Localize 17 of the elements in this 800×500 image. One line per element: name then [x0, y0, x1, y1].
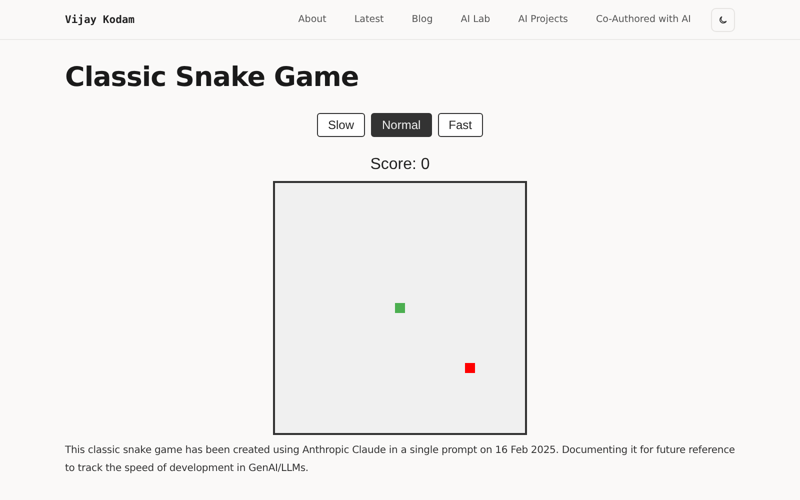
- nav-link[interactable]: Co-Authored with AI: [582, 14, 705, 25]
- site-title[interactable]: Vijay Kodam: [65, 14, 135, 26]
- nav-link[interactable]: Blog: [398, 14, 447, 25]
- nav-link[interactable]: Latest: [340, 14, 398, 25]
- speed-button[interactable]: Fast: [438, 113, 484, 137]
- theme-toggle[interactable]: [711, 8, 735, 32]
- nav-link[interactable]: AI Projects: [504, 14, 582, 25]
- description: This classic snake game has been created using Anthropic Claude in a single prompt on 16 Feb 2025. Documenting it for future reference to track the speed of development in GenAI/LLMs.: [65, 444, 735, 476]
- speed-button[interactable]: Slow: [316, 113, 365, 137]
- snake-segment: [395, 303, 405, 313]
- speed-button[interactable]: Normal: [371, 113, 432, 137]
- nav-link[interactable]: AI Lab: [446, 14, 504, 25]
- nav-link[interactable]: About: [284, 14, 340, 25]
- score: Score: 0: [370, 156, 430, 174]
- page-title: Classic Snake Game: [65, 61, 360, 95]
- food: [465, 363, 475, 373]
- moon-icon: [718, 14, 728, 24]
